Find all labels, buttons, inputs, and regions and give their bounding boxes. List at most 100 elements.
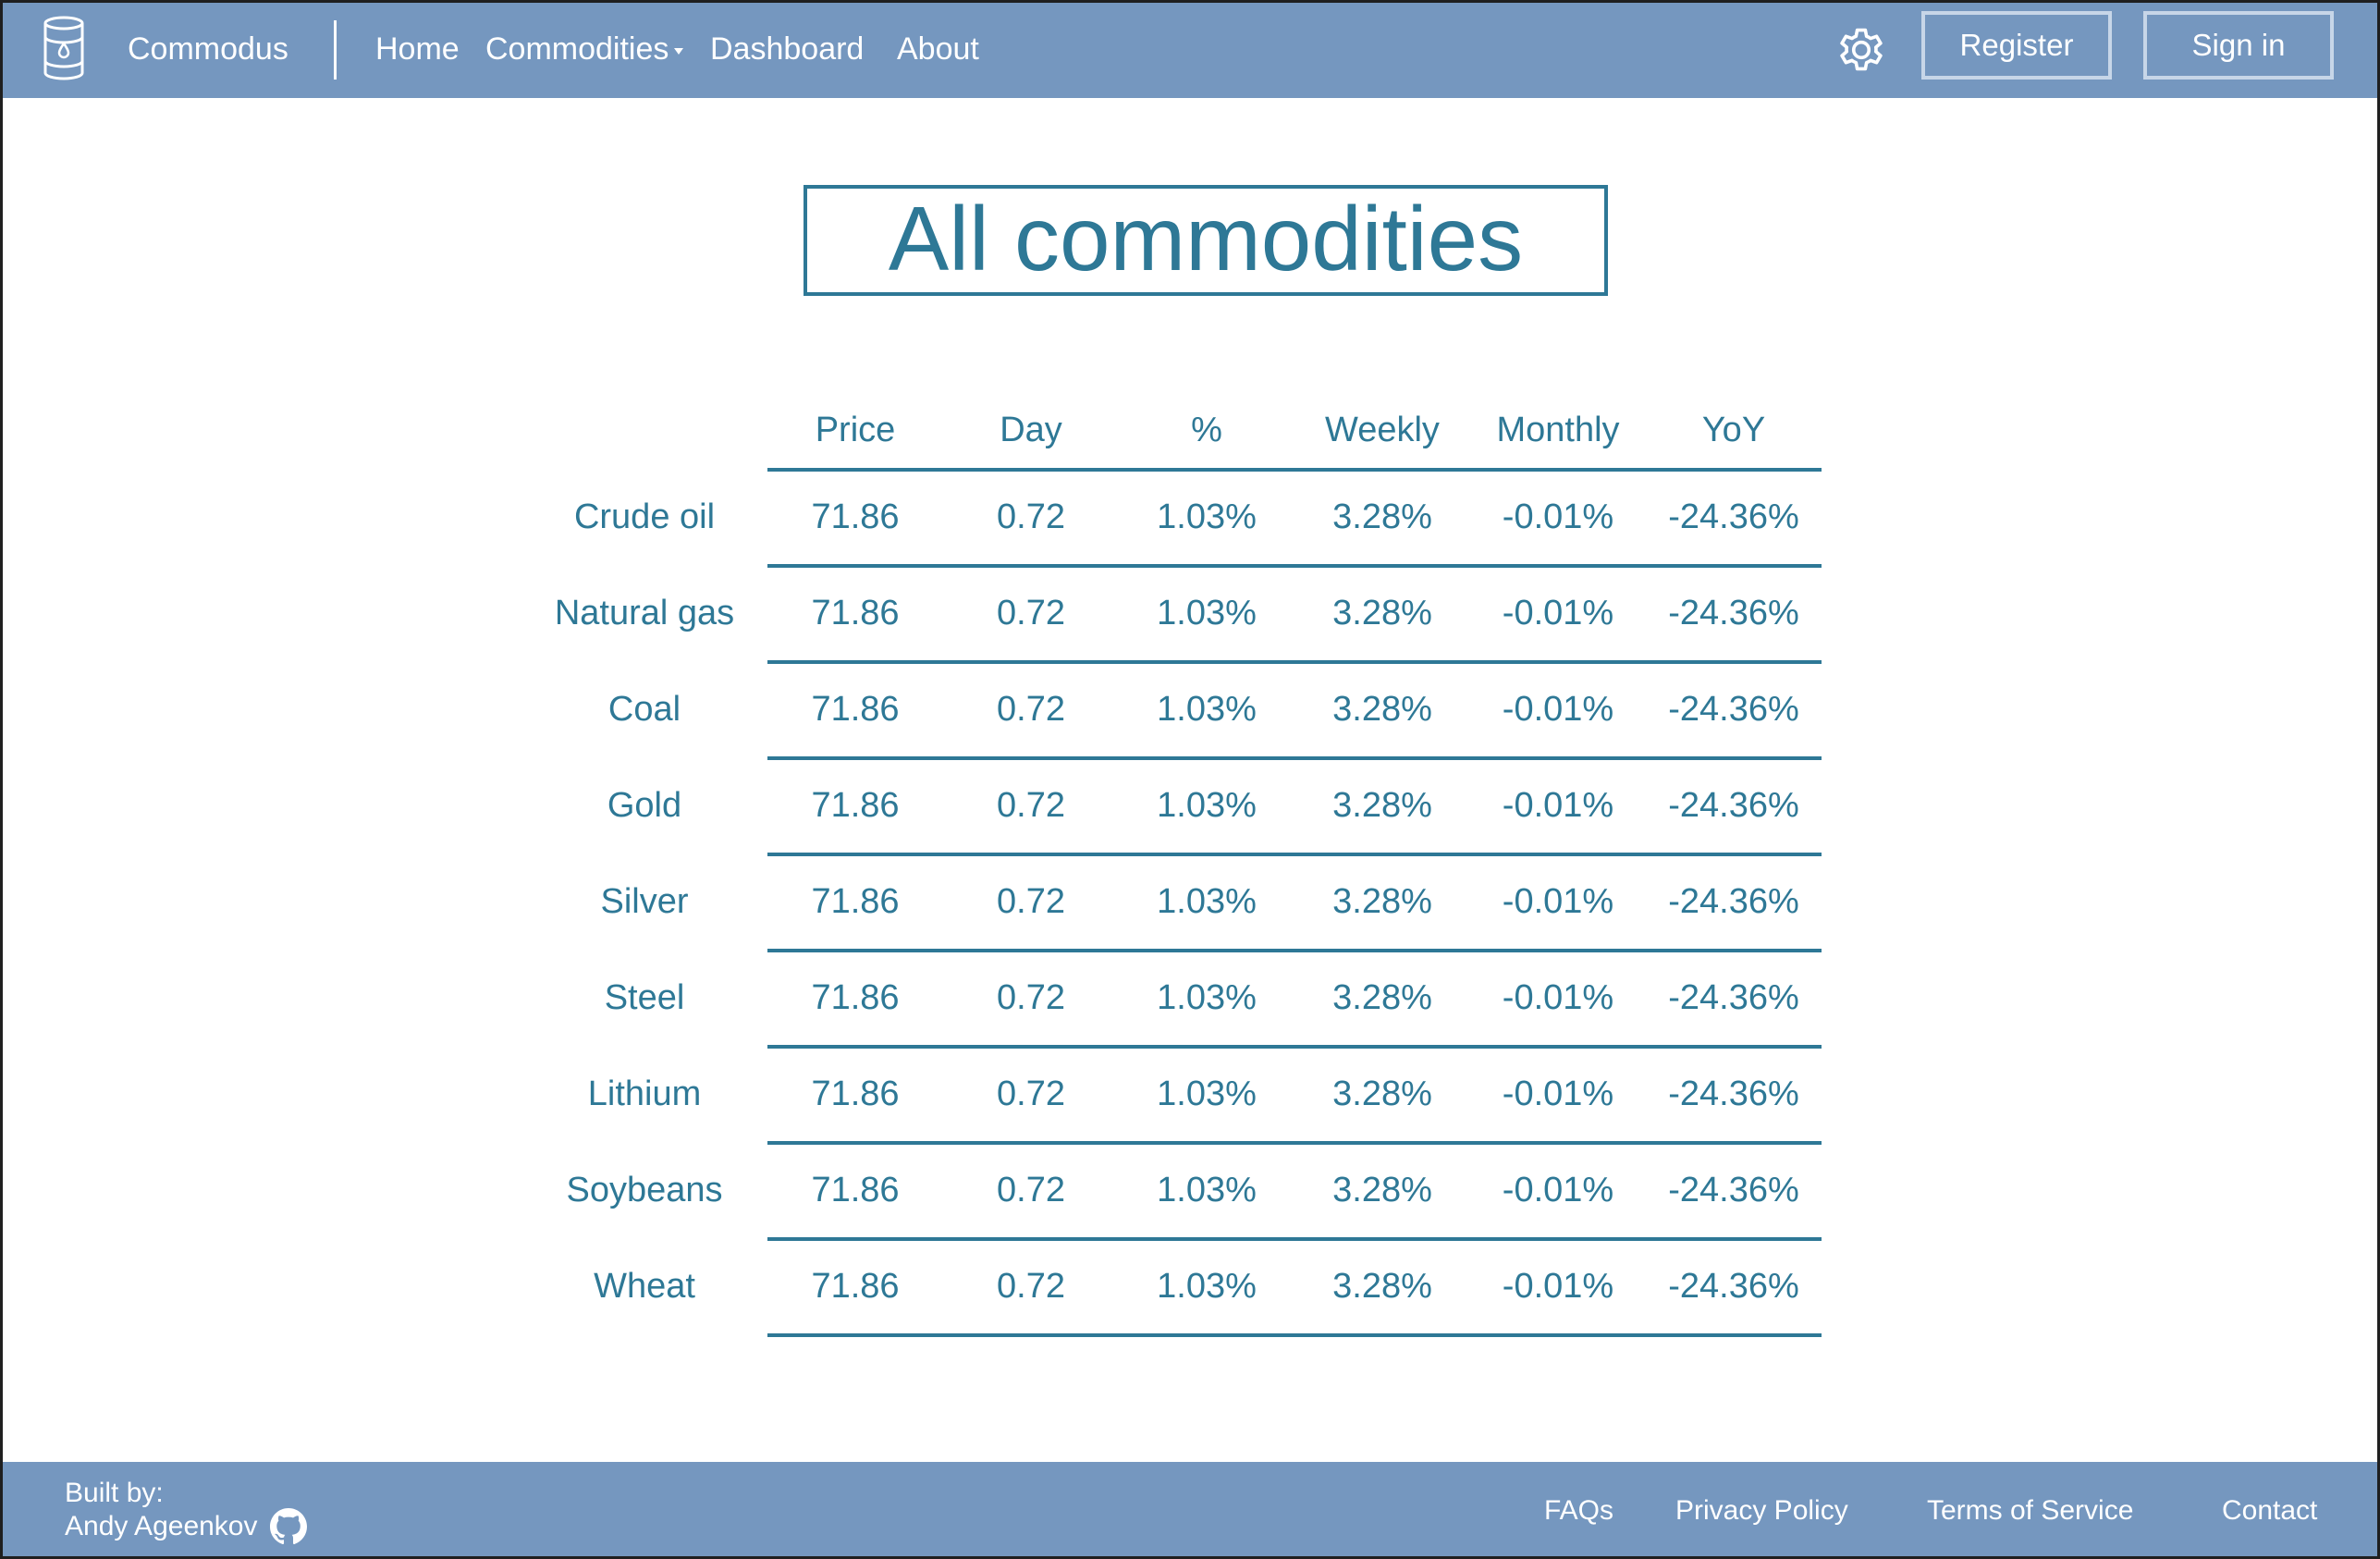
commodity-name[interactable]: Coal <box>534 682 755 736</box>
table-cell: 1.03% <box>1157 882 1257 921</box>
column-header[interactable]: Day <box>943 407 1119 453</box>
table-cell: 71.86 <box>811 594 900 632</box>
footer-link-terms-of-service[interactable]: Terms of Service <box>1927 1462 2133 1559</box>
author-name: Andy Ageenkov <box>65 1511 258 1541</box>
sign-in-button[interactable]: Sign in <box>2143 11 2334 80</box>
table-cell: -0.01% <box>1502 786 1614 825</box>
table-cell: 3.28% <box>1332 1171 1432 1209</box>
table-cell: 1.03% <box>1157 1171 1257 1209</box>
table-cell: -24.36% <box>1668 1074 1799 1113</box>
row-divider <box>767 1333 1822 1337</box>
nav-link-commodities[interactable]: Commodities <box>485 0 684 98</box>
commodity-name[interactable]: Lithium <box>534 1067 755 1121</box>
nav-link-label: Dashboard <box>710 31 865 67</box>
table-cell: 1.03% <box>1157 786 1257 825</box>
table-cell: 71.86 <box>811 690 900 729</box>
table-cell: -24.36% <box>1668 690 1799 729</box>
table-cell: 0.72 <box>997 882 1065 921</box>
commodity-name[interactable]: Soybeans <box>534 1163 755 1217</box>
table-cell: 71.86 <box>811 978 900 1017</box>
table-cell: -0.01% <box>1502 497 1614 536</box>
commodity-name[interactable]: Wheat <box>534 1259 755 1313</box>
table-cell: 3.28% <box>1332 786 1432 825</box>
navbar: Commodus Home Commodities Dashboard Abou… <box>0 0 2380 98</box>
table-cell: 71.86 <box>811 497 900 536</box>
column-header[interactable]: Price <box>767 407 943 453</box>
footer-link-faqs[interactable]: FAQs <box>1544 1462 1613 1559</box>
footer-link-contact[interactable]: Contact <box>2222 1462 2317 1559</box>
table-cell: 1.03% <box>1157 1074 1257 1113</box>
table-cell: 3.28% <box>1332 1267 1432 1306</box>
table-cell: -24.36% <box>1668 882 1799 921</box>
column-header[interactable]: Monthly <box>1470 407 1646 453</box>
column-header[interactable]: % <box>1119 407 1294 453</box>
table-cell: -24.36% <box>1668 594 1799 632</box>
nav-link-dashboard[interactable]: Dashboard <box>710 0 864 98</box>
commodity-name[interactable]: Natural gas <box>534 586 755 640</box>
row-divider <box>767 1045 1822 1049</box>
table-cell: -0.01% <box>1502 690 1614 729</box>
oil-barrel-icon[interactable] <box>41 15 87 81</box>
table-cell: 1.03% <box>1157 978 1257 1017</box>
nav-divider <box>334 20 337 80</box>
table-cell: 71.86 <box>811 1074 900 1113</box>
table-cell: 3.28% <box>1332 1074 1432 1113</box>
commodity-name[interactable]: Crude oil <box>534 490 755 544</box>
nav-link-about[interactable]: About <box>897 0 979 98</box>
table-cell: 3.28% <box>1332 882 1432 921</box>
table-cell: -24.36% <box>1668 978 1799 1017</box>
register-button[interactable]: Register <box>1921 11 2112 80</box>
table-cell: 0.72 <box>997 690 1065 729</box>
table-cell: 3.28% <box>1332 978 1432 1017</box>
commodity-name[interactable]: Steel <box>534 971 755 1025</box>
table-cell: 0.72 <box>997 1171 1065 1209</box>
table-cell: 3.28% <box>1332 497 1432 536</box>
table-cell: -24.36% <box>1668 1171 1799 1209</box>
table-cell: 0.72 <box>997 497 1065 536</box>
brand-name[interactable]: Commodus <box>128 0 288 98</box>
nav-link-home[interactable]: Home <box>375 0 460 98</box>
table-cell: -0.01% <box>1502 594 1614 632</box>
caret-down-icon <box>674 47 684 55</box>
table-cell: 0.72 <box>997 1267 1065 1306</box>
table-cell: 71.86 <box>811 786 900 825</box>
github-icon[interactable] <box>270 1508 307 1545</box>
row-divider <box>767 853 1822 856</box>
table-cell: 1.03% <box>1157 594 1257 632</box>
table-cell: 0.72 <box>997 786 1065 825</box>
table-cell: 71.86 <box>811 1171 900 1209</box>
table-cell: 71.86 <box>811 882 900 921</box>
table-cell: 1.03% <box>1157 690 1257 729</box>
table-cell: -0.01% <box>1502 882 1614 921</box>
nav-link-label: Home <box>375 31 460 67</box>
table-cell: 0.72 <box>997 1074 1065 1113</box>
table-cell: -0.01% <box>1502 1267 1614 1306</box>
page-title: All commodities <box>804 185 1608 296</box>
table-cell: -24.36% <box>1668 786 1799 825</box>
nav-link-label: About <box>897 31 979 67</box>
table-cell: 1.03% <box>1157 1267 1257 1306</box>
footer-link-privacy-policy[interactable]: Privacy Policy <box>1675 1462 1848 1559</box>
commodity-name[interactable]: Gold <box>534 779 755 832</box>
table-cell: -0.01% <box>1502 1074 1614 1113</box>
table-cell: -0.01% <box>1502 978 1614 1017</box>
table-cell: -24.36% <box>1668 1267 1799 1306</box>
gear-icon[interactable] <box>1833 21 1890 79</box>
table-cell: 3.28% <box>1332 594 1432 632</box>
row-divider <box>767 756 1822 760</box>
table-cell: 71.86 <box>811 1267 900 1306</box>
nav-link-label: Commodities <box>485 31 669 67</box>
table-cell: -0.01% <box>1502 1171 1614 1209</box>
table-cell: 3.28% <box>1332 690 1432 729</box>
row-divider <box>767 949 1822 952</box>
row-divider <box>767 564 1822 568</box>
header-divider <box>767 468 1822 472</box>
row-divider <box>767 660 1822 664</box>
table-cell: 0.72 <box>997 978 1065 1017</box>
row-divider <box>767 1141 1822 1145</box>
commodity-name[interactable]: Silver <box>534 875 755 928</box>
column-header[interactable]: YoY <box>1646 407 1822 453</box>
column-header[interactable]: Weekly <box>1294 407 1470 453</box>
table-cell: -24.36% <box>1668 497 1799 536</box>
row-divider <box>767 1237 1822 1241</box>
